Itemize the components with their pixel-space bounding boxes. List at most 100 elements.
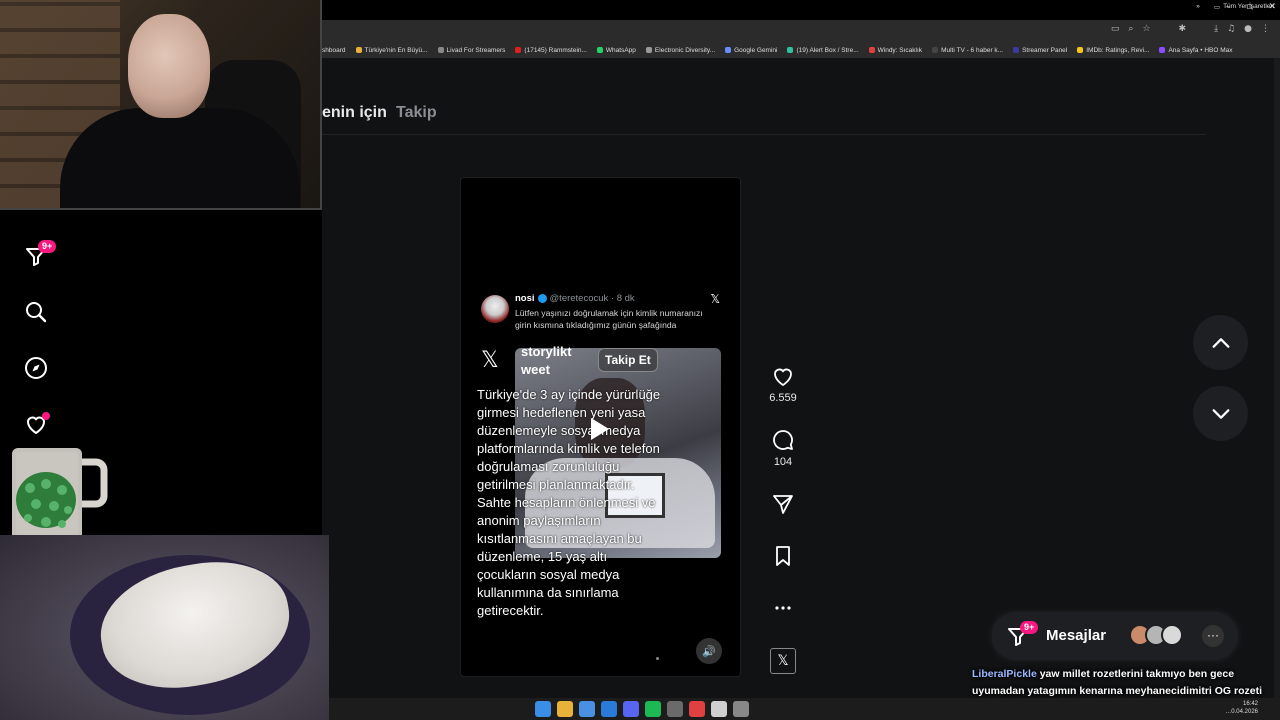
taskbar-app-icon[interactable] xyxy=(733,701,749,717)
bookmark-item[interactable]: Streamer Panel xyxy=(1013,47,1067,54)
heart-icon xyxy=(774,368,792,387)
bookmark-label: IMDb: Ratings, Revi... xyxy=(1086,46,1150,54)
taskbar-app-icon[interactable] xyxy=(667,701,683,717)
bookmark-label: Electronic Diversity... xyxy=(654,46,716,54)
messages-avatars xyxy=(1129,624,1183,646)
screen: – ▫ ✕ ▭ ⌕ ☆ ✱ ⤓ ♫ ● ⋮ shboard Türkiye'nin… xyxy=(0,0,1280,720)
messages-badge: 9+ xyxy=(1020,621,1039,634)
sidebar-explore[interactable] xyxy=(22,354,50,382)
bookmark-favicon-icon xyxy=(437,47,444,53)
x-logo-icon: 𝕏 xyxy=(777,653,789,669)
bookmark-label: Multi TV - 6 haber k... xyxy=(941,46,1004,54)
bookmark-label: shboard xyxy=(322,46,346,54)
all-bookmarks-link[interactable]: Tüm Yer İşaretleri xyxy=(1223,3,1274,11)
bookmark-label: Türkiye'nin En Büyü... xyxy=(364,46,428,54)
chevron-up-icon xyxy=(1212,337,1229,348)
bookmark-item[interactable]: Livad For Streamers xyxy=(437,46,506,54)
video-player[interactable]: nosi @teretecocuk · 8 dk 𝕏 Lütfen yaşını… xyxy=(460,177,741,677)
streamer-body xyxy=(60,108,300,208)
bookmark-label: Google Gemini xyxy=(734,46,778,54)
tab-for-you[interactable]: enin için xyxy=(322,104,387,122)
more-action[interactable] xyxy=(768,596,798,620)
previous-video-button[interactable] xyxy=(1193,315,1248,370)
taskbar-app-icon[interactable] xyxy=(579,701,595,717)
share-action[interactable] xyxy=(768,492,798,516)
follow-button[interactable]: Takip Et xyxy=(598,348,658,372)
zoom-icon[interactable]: ⌕ xyxy=(1128,24,1133,34)
avatar[interactable] xyxy=(1161,624,1183,646)
play-icon[interactable] xyxy=(591,418,609,440)
bookmark-item[interactable]: (19) Alert Box / Stre... xyxy=(787,47,859,54)
download-icon[interactable]: ⤓ xyxy=(1214,24,1218,34)
tweet-author-name: nosi xyxy=(515,293,535,304)
star-icon[interactable]: ☆ xyxy=(1142,24,1150,34)
bookmark-item[interactable]: Türkiye'nin En Büyü... xyxy=(355,46,428,54)
more-icon xyxy=(775,606,791,610)
windows-start-icon[interactable] xyxy=(535,701,551,717)
sidebar-likes[interactable] xyxy=(22,410,50,438)
bookmark-action[interactable] xyxy=(768,544,798,568)
taskbar-app-icon[interactable] xyxy=(711,701,727,717)
taskbar-apps xyxy=(535,701,749,717)
bookmark-favicon-icon xyxy=(1077,47,1084,53)
bookmark-item[interactable]: Google Gemini xyxy=(725,47,777,54)
taskbar-app-icon[interactable] xyxy=(645,701,661,717)
bookmarks-more-button[interactable]: » xyxy=(1196,3,1200,11)
bookmark-label: WhatsApp xyxy=(605,46,636,54)
browser-titlebar: – ▫ ✕ xyxy=(322,0,1280,20)
media-icon[interactable]: ♫ xyxy=(1227,24,1235,34)
menu-icon[interactable]: ⋮ xyxy=(1261,24,1270,34)
account-icon[interactable]: ● xyxy=(1244,24,1252,34)
storylikt-account-name[interactable]: storylikt weet xyxy=(521,343,572,379)
compass-icon xyxy=(25,357,47,379)
like-count: 6.559 xyxy=(769,392,797,404)
bookmark-favicon-icon xyxy=(932,47,939,53)
x-logo-icon: 𝕏 xyxy=(481,348,499,373)
clock-time: 16:42 xyxy=(1242,701,1258,707)
open-on-x-button[interactable]: 𝕏 xyxy=(770,648,796,674)
notification-badge: 9+ xyxy=(38,240,57,253)
taskbar-app-icon[interactable] xyxy=(623,701,639,717)
bookmark-item[interactable]: Windy: Sıcaklık xyxy=(868,47,922,54)
bookmark-item[interactable]: shboard xyxy=(322,47,346,54)
tab-following[interactable]: Takip xyxy=(396,104,437,122)
like-action[interactable]: 6.559 xyxy=(768,364,798,404)
sidebar-search[interactable] xyxy=(22,298,50,326)
bookmark-label: Ana Sayfa • HBO Max xyxy=(1168,46,1233,54)
sidebar-notifications[interactable]: 9+ xyxy=(22,240,57,270)
chevron-down-icon xyxy=(1212,408,1229,419)
address-bar[interactable]: ▭ ⌕ ☆ ✱ ⤓ ♫ ● ⋮ xyxy=(322,20,1280,42)
comment-count: 104 xyxy=(773,456,793,468)
bookmark-favicon-icon xyxy=(645,47,652,53)
volume-button[interactable]: 🔊 xyxy=(696,638,722,664)
taskbar-app-icon[interactable] xyxy=(557,701,573,717)
bookmark-item[interactable]: IMDb: Ratings, Revi... xyxy=(1077,47,1149,54)
bookmark-item[interactable]: Multi TV - 6 haber k... xyxy=(932,47,1003,54)
taskbar-app-icon[interactable] xyxy=(689,701,705,717)
next-video-button[interactable] xyxy=(1193,386,1248,441)
address-bar-icons: ▭ ⌕ ☆ ✱ ⤓ ♫ ● ⋮ xyxy=(1111,24,1270,34)
bookmark-label: Livad For Streamers xyxy=(446,46,506,54)
comment-action[interactable]: 104 xyxy=(768,428,798,468)
video-caption-text: Türkiye'de 3 ay içinde yürürlüğe girmesi… xyxy=(477,387,661,618)
messages-drawer[interactable]: 9+ Mesajlar ··· xyxy=(992,612,1238,660)
cast-icon[interactable]: ▭ xyxy=(1111,24,1120,34)
clock-date: …0.04.2026 xyxy=(1225,709,1258,715)
tweet-handle: @teretecocuk · 8 dk xyxy=(549,293,635,304)
bookmark-favicon-icon xyxy=(1159,47,1166,53)
extensions-icon[interactable]: ✱ xyxy=(1179,24,1187,34)
bookmark-item[interactable]: Ana Sayfa • HBO Max xyxy=(1159,46,1233,54)
bookmark-item[interactable]: Electronic Diversity... xyxy=(645,46,716,54)
bookmark-favicon-icon xyxy=(725,47,732,53)
taskbar-app-icon[interactable] xyxy=(601,701,617,717)
bookmark-item[interactable]: WhatsApp xyxy=(596,46,636,54)
taskbar-clock[interactable]: 16:42 …0.04.2026 xyxy=(1225,700,1258,716)
bookmark-item[interactable]: (17145) Rammstein... xyxy=(515,47,587,54)
page-scrollbar[interactable] xyxy=(1274,58,1280,698)
volume-icon: 🔊 xyxy=(702,644,716,658)
tweet-avatar xyxy=(481,295,509,323)
webcam-overlay xyxy=(0,0,322,210)
bookmarks-bar: shboard Türkiye'nin En Büyü... Livad For S… xyxy=(322,42,1280,58)
bookmark-favicon-icon xyxy=(515,47,522,53)
messages-more-button[interactable]: ··· xyxy=(1202,625,1224,647)
